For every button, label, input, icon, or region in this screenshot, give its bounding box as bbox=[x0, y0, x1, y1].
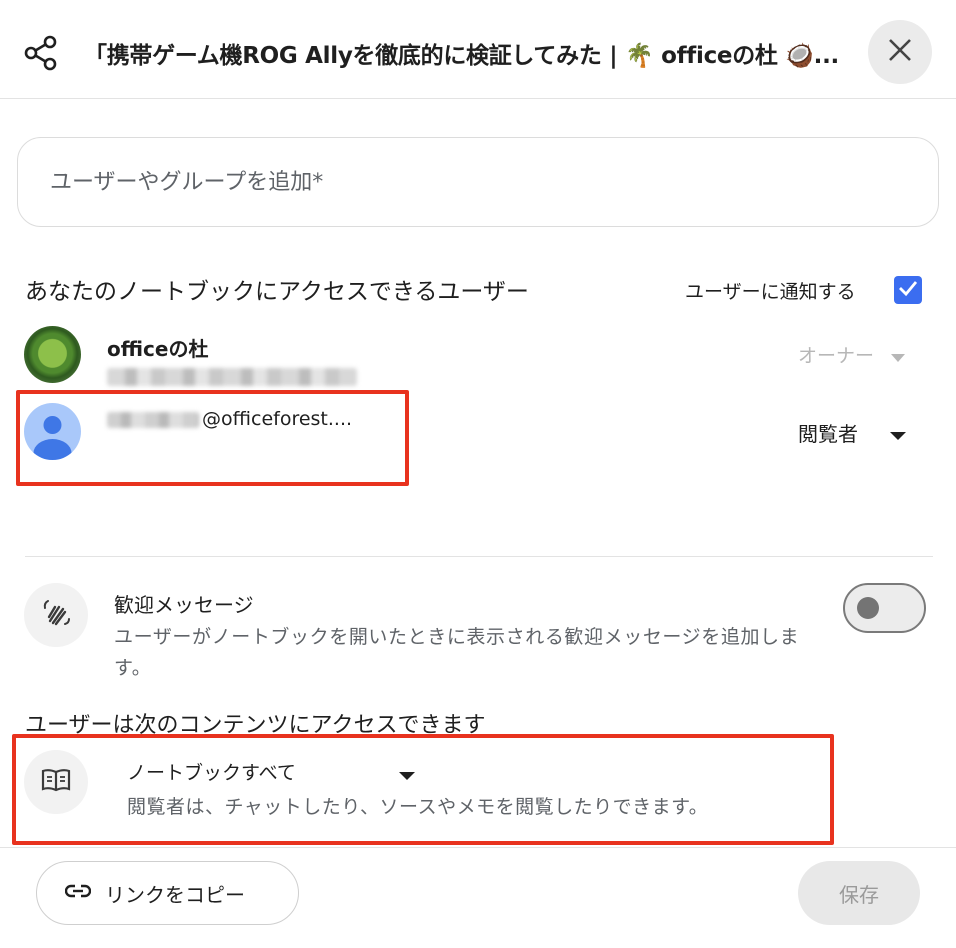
content-scope-description: 閲覧者は、チャットしたり、ソースやメモを閲覧したりできます。 bbox=[127, 796, 709, 818]
welcome-toggle[interactable] bbox=[843, 583, 926, 633]
dialog-title: 「携帯ゲーム機ROG Allyを徹底的に検証してみた | 🌴 officeの杜 … bbox=[84, 43, 839, 69]
divider bbox=[25, 556, 933, 557]
owner-role: オーナー bbox=[798, 345, 875, 367]
owner-email-redacted bbox=[107, 368, 357, 386]
content-scope-select[interactable]: ノートブックすべて bbox=[127, 758, 296, 785]
owner-role-caret-icon bbox=[890, 348, 906, 367]
notify-checkbox[interactable] bbox=[894, 276, 922, 304]
book-icon-container bbox=[24, 750, 88, 814]
wave-hand-icon bbox=[41, 598, 71, 632]
viewer-email: @officeforest.... bbox=[202, 408, 353, 430]
toggle-knob bbox=[857, 597, 879, 619]
link-icon bbox=[64, 884, 92, 902]
owner-avatar bbox=[24, 326, 81, 383]
copy-link-button[interactable]: リンクをコピー bbox=[36, 861, 299, 925]
annotation-highlight bbox=[12, 734, 834, 845]
copy-link-label: リンクをコピー bbox=[105, 882, 245, 907]
viewer-role-select[interactable]: 閲覧者 bbox=[798, 418, 858, 447]
content-access-heading: ユーザーは次のコンテンツにアクセスできます bbox=[25, 713, 486, 738]
chevron-down-icon[interactable] bbox=[398, 766, 416, 785]
viewer-email-redacted bbox=[107, 412, 199, 428]
chevron-down-icon[interactable] bbox=[889, 426, 907, 445]
welcome-icon-container bbox=[24, 583, 88, 647]
access-heading: あなたのノートブックにアクセスできるユーザー bbox=[25, 279, 529, 305]
avatar bbox=[24, 403, 81, 460]
person-icon bbox=[33, 416, 72, 460]
save-button[interactable]: 保存 bbox=[798, 861, 920, 925]
share-dialog: 「携帯ゲーム機ROG Allyを徹底的に検証してみた | 🌴 officeの杜 … bbox=[0, 0, 956, 948]
book-icon bbox=[41, 768, 71, 796]
welcome-description: ユーザーがノートブックを開いたときに表示される歓迎メッセージを追加します。 bbox=[114, 626, 800, 679]
check-icon bbox=[897, 277, 919, 303]
owner-name: officeの杜 bbox=[107, 337, 209, 361]
close-button[interactable] bbox=[868, 20, 932, 84]
dialog-header: 「携帯ゲーム機ROG Allyを徹底的に検証してみた | 🌴 officeの杜 … bbox=[0, 0, 956, 99]
welcome-title: 歓迎メッセージ bbox=[114, 593, 254, 617]
notify-label: ユーザーに通知する bbox=[685, 281, 856, 303]
add-people-input[interactable] bbox=[17, 137, 939, 227]
close-icon bbox=[887, 37, 913, 67]
share-icon bbox=[22, 34, 60, 72]
